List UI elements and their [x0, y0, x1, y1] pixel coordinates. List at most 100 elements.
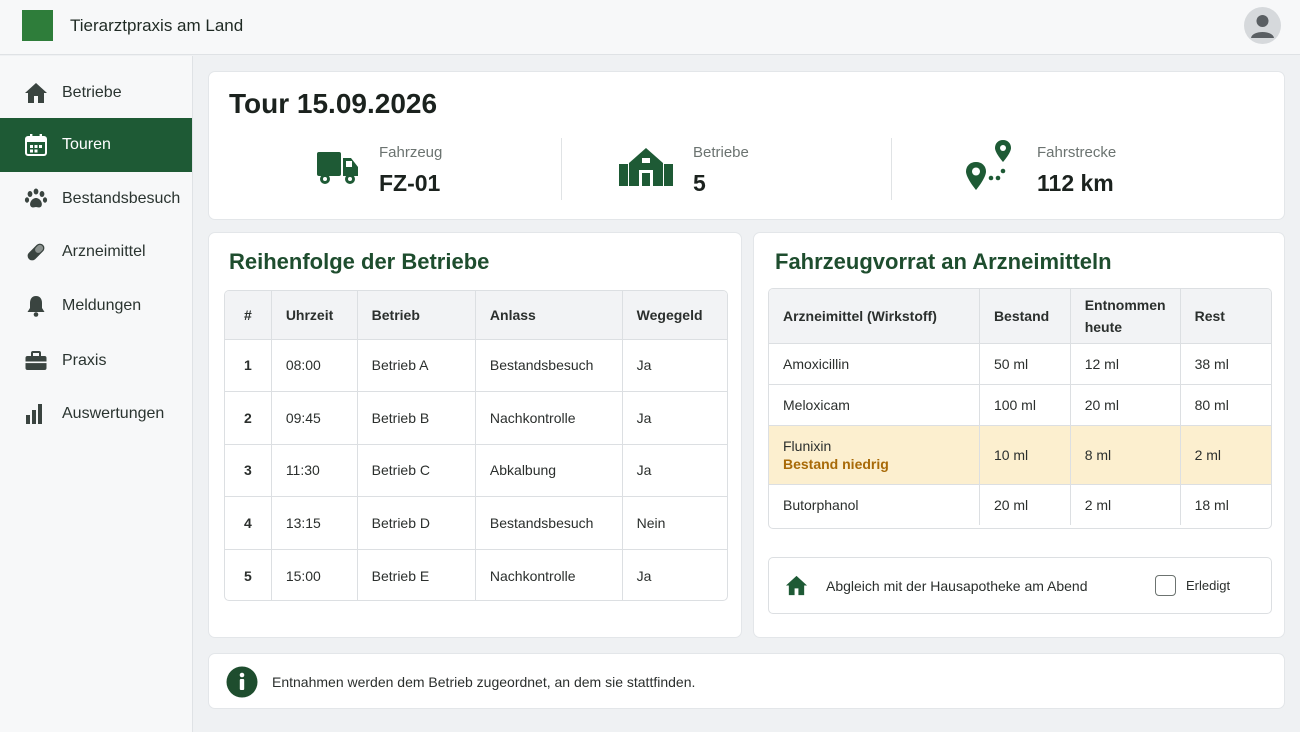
table-row[interactable]: 4 13:15 Betrieb D Bestandsbesuch Nein [225, 496, 727, 550]
cell-number: 4 [225, 496, 272, 550]
stat-value: 112 km [1037, 170, 1114, 196]
column-header: Rest [1180, 289, 1271, 344]
low-stock-warning: Bestand niedrig [783, 455, 889, 472]
cell-reason: Bestandsbesuch [475, 339, 623, 392]
sidebar-item-betriebe[interactable]: Betriebe [0, 66, 192, 120]
cell-reason: Nachkontrolle [475, 549, 623, 600]
column-header: Wegegeld [622, 291, 727, 340]
info-banner: Entnahmen werden dem Betrieb zugeordnet,… [208, 653, 1285, 709]
table-row[interactable]: 3 11:30 Betrieb C Abkalbung Ja [225, 444, 727, 497]
stat-label: Betriebe [693, 144, 749, 161]
sidebar-item-touren[interactable]: Touren [0, 118, 192, 172]
table-row[interactable]: Amoxicillin 50 ml 12 ml 38 ml [769, 343, 1271, 385]
home-icon [24, 81, 48, 105]
sidebar-item-meldungen[interactable]: Meldungen [0, 279, 192, 333]
cell-reason: Nachkontrolle [475, 391, 623, 445]
cell-taken: 2 ml [1070, 484, 1181, 525]
sidebar-item-label: Bestandsbesuch [62, 190, 181, 207]
bell-icon [24, 294, 48, 318]
cell-drug: Amoxicillin [769, 343, 980, 385]
stat-value: 5 [693, 170, 706, 196]
bar-chart-icon [24, 402, 48, 426]
cell-time: 08:00 [271, 339, 358, 392]
table-row-low-stock[interactable]: Flunixin Bestand niedrig 10 ml 8 ml 2 ml [769, 425, 1271, 485]
cell-stock: 100 ml [979, 384, 1071, 426]
sidebar-item-arzneimittel[interactable]: Arzneimittel [0, 225, 192, 279]
sidebar-item-label: Auswertungen [62, 405, 165, 422]
truck-icon [317, 148, 359, 191]
briefcase-icon [24, 349, 48, 373]
farm-icon [619, 146, 673, 191]
info-icon [226, 666, 258, 703]
sidebar-item-label: Betriebe [62, 84, 122, 101]
cell-rest: 38 ml [1180, 343, 1271, 385]
sidebar-item-auswertungen[interactable]: Auswertungen [0, 387, 192, 441]
column-header: Arzneimittel (Wirkstoff) [769, 289, 980, 344]
sidebar-item-bestandsbesuch[interactable]: Bestandsbesuch [0, 172, 192, 226]
cell-number: 3 [225, 444, 272, 497]
cell-stock: 50 ml [979, 343, 1071, 385]
cell-farm: Betrieb A [357, 339, 476, 392]
pharmacy-sync-row: Abgleich mit der Hausapotheke am Abend E… [768, 557, 1272, 614]
divider [891, 138, 892, 200]
table-row[interactable]: Meloxicam 100 ml 20 ml 80 ml [769, 384, 1271, 426]
stat-farms: Betriebe 5 [619, 142, 879, 202]
cell-farm: Betrieb C [357, 444, 476, 497]
cell-travel-fee: Ja [636, 567, 652, 584]
info-text: Entnahmen werden dem Betrieb zugeordnet,… [272, 674, 696, 690]
sidebar-item-label: Touren [62, 136, 111, 153]
calendar-icon [24, 133, 48, 157]
table-header-row: Arzneimittel (Wirkstoff) Bestand Entnomm… [769, 289, 1271, 344]
app-title: Tierarztpraxis am Land [70, 16, 244, 35]
table-row[interactable]: Butorphanol 20 ml 2 ml 18 ml [769, 484, 1271, 525]
cell-stock: 10 ml [979, 425, 1071, 485]
cell-number: 2 [225, 391, 272, 445]
table-row[interactable]: 1 08:00 Betrieb A Bestandsbesuch Ja [225, 339, 727, 392]
stat-label: Fahrzeug [379, 144, 443, 161]
cell-travel-fee: Ja [622, 339, 727, 392]
sidebar-item-label: Meldungen [62, 297, 142, 314]
user-icon [1251, 15, 1274, 38]
vehicle-stock-card: Fahrzeugvorrat an Arzneimitteln Arzneimi… [753, 232, 1285, 638]
sidebar-item-praxis[interactable]: Praxis [0, 334, 192, 388]
done-checkbox[interactable] [1155, 575, 1176, 596]
cell-farm: Betrieb D [357, 496, 476, 550]
cell-rest: 2 ml [1180, 425, 1271, 485]
table-row[interactable]: 5 15:00 Betrieb E Nachkontrolle Ja [225, 549, 727, 600]
sidebar: Betriebe Touren Bestandsbesuch Arzneimit… [0, 56, 193, 732]
cell-number: 5 [225, 549, 272, 600]
section-title: Fahrzeugvorrat an Arzneimitteln [775, 249, 1112, 274]
vehicle-stock-table: Arzneimittel (Wirkstoff) Bestand Entnomm… [768, 288, 1272, 529]
column-header: Betrieb [357, 291, 476, 340]
column-header: # [225, 291, 272, 340]
cell-rest: 80 ml [1180, 384, 1271, 426]
cell-drug: Butorphanol [769, 484, 980, 525]
divider [561, 138, 562, 200]
table-header-row: # Uhrzeit Betrieb Anlass Wegegeld [225, 291, 727, 340]
farm-order-table: # Uhrzeit Betrieb Anlass Wegegeld 1 08:0… [224, 290, 728, 601]
stat-label: Fahrstrecke [1037, 144, 1117, 161]
sidebar-item-label: Arzneimittel [62, 243, 146, 260]
app-logo [22, 10, 53, 41]
cell-reason: Bestandsbesuch [475, 496, 623, 550]
done-checkbox-label[interactable]: Erledigt [1186, 578, 1230, 593]
column-header: Entnommen heute [1070, 289, 1181, 344]
route-icon [965, 138, 1013, 199]
pill-icon [24, 240, 48, 264]
cell-time: 13:15 [271, 496, 358, 550]
top-bar: Tierarztpraxis am Land [0, 0, 1300, 55]
cell-time: 11:30 [271, 444, 358, 497]
cell-travel-fee: Ja [622, 391, 727, 445]
paw-icon [24, 187, 48, 211]
section-title: Reihenfolge der Betriebe [229, 249, 490, 274]
stat-vehicle: Fahrzeug FZ-01 [317, 142, 577, 202]
cell-travel-fee: Nein [622, 496, 727, 550]
user-avatar[interactable] [1244, 7, 1281, 44]
cell-drug: Flunixin Bestand niedrig [769, 425, 980, 485]
table-row[interactable]: 2 09:45 Betrieb B Nachkontrolle Ja [225, 391, 727, 445]
cell-taken: 8 ml [1070, 425, 1181, 485]
column-header: Uhrzeit [271, 291, 358, 340]
cell-farm: Betrieb B [357, 391, 476, 445]
cell-time: 09:45 [271, 391, 358, 445]
cell-number: 1 [225, 339, 272, 392]
